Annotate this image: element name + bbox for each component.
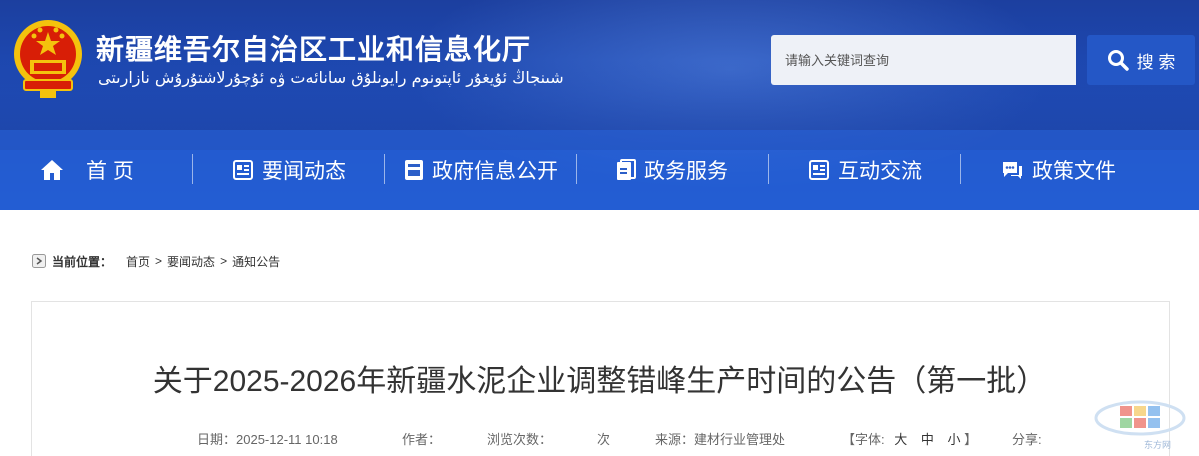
nav-item-label: 互动交流 [838, 160, 922, 183]
search-input[interactable] [771, 35, 1076, 85]
article-date: 日期：2025-12-11 10:18 [197, 432, 338, 447]
font-size-large-button[interactable]: 大 [894, 432, 907, 447]
breadcrumb-label: 当前位置： [52, 254, 113, 269]
nav-item-home[interactable]: 首 页 [40, 130, 134, 210]
article-source: 来源：建材行业管理处 [655, 432, 786, 447]
nav-item-interaction[interactable]: 互动交流 [808, 130, 922, 210]
service-icon [617, 159, 636, 180]
font-size-label-close: 】 [964, 432, 978, 447]
search-button-label: 搜 索 [1136, 52, 1176, 72]
nav-item-news[interactable]: 要闻动态 [232, 130, 346, 210]
breadcrumb-separator: > [155, 254, 163, 268]
font-size-label-open: 【字体: [842, 432, 885, 447]
nav-item-label: 要闻动态 [262, 160, 346, 183]
news-icon [233, 160, 253, 180]
breadcrumb-link-home[interactable]: 首页 [126, 253, 150, 270]
site-header: 新疆维吾尔自治区工业和信息化厅 شىنجاڭ ئۇيغۇر ئاپتونوم ر… [0, 0, 1199, 210]
search-button[interactable]: 搜 索 [1087, 35, 1195, 85]
article-title: 关于2025-2026年新疆水泥企业调整错峰生产时间的公告（第一批） [152, 365, 1047, 398]
breadcrumb-separator: > [220, 254, 228, 268]
breadcrumb: 当前位置： 首页 > 要闻动态 > 通知公告 [32, 251, 280, 271]
home-icon [41, 160, 63, 180]
site-title: 新疆维吾尔自治区工业和信息化厅 [96, 34, 532, 65]
nav-divider [192, 154, 193, 184]
main-nav: 首 页 要闻动态 政府信息公开 政务服务 互动交流 政策文件 [0, 130, 1199, 210]
nav-item-label: 政策文件 [1032, 160, 1116, 183]
nav-item-gov-info[interactable]: 政府信息公开 [404, 130, 558, 210]
nav-item-label: 政务服务 [644, 160, 728, 183]
article-author-label: 作者： [402, 432, 442, 447]
article-views-label: 浏览次数： [487, 432, 553, 447]
search-icon [1107, 50, 1129, 71]
location-icon [32, 254, 46, 268]
nav-item-policy[interactable]: 政策文件 [1000, 130, 1116, 210]
breadcrumb-link-news[interactable]: 要闻动态 [167, 253, 215, 270]
nav-item-label: 首 页 [86, 160, 134, 183]
breadcrumb-link-notices[interactable]: 通知公告 [232, 253, 280, 270]
nav-item-label: 政府信息公开 [432, 160, 558, 183]
nav-item-service[interactable]: 政务服务 [616, 130, 728, 210]
chat-doc-icon [809, 160, 829, 180]
folder-icon [405, 160, 423, 180]
nav-divider [384, 154, 385, 184]
font-size-medium-button[interactable]: 中 [921, 432, 934, 447]
nav-divider [576, 154, 577, 184]
site-subtitle-uyghur: شىنجاڭ ئۇيغۇر ئاپتونوم رايونلۇق سانائەت … [98, 68, 564, 87]
font-size-control: 【字体: 大 中 小 】 [842, 429, 977, 448]
watermark-text: 东方网 [1144, 439, 1171, 451]
nav-divider [768, 154, 769, 184]
watermark-logo: 东方网 [1094, 400, 1186, 451]
national-emblem-icon[interactable] [10, 12, 86, 100]
nav-divider [960, 154, 961, 184]
font-size-small-button[interactable]: 小 [948, 432, 961, 447]
article-views-unit: 次 [597, 432, 611, 447]
share-label: 分享: [1012, 432, 1042, 447]
policy-icon [1003, 162, 1022, 179]
